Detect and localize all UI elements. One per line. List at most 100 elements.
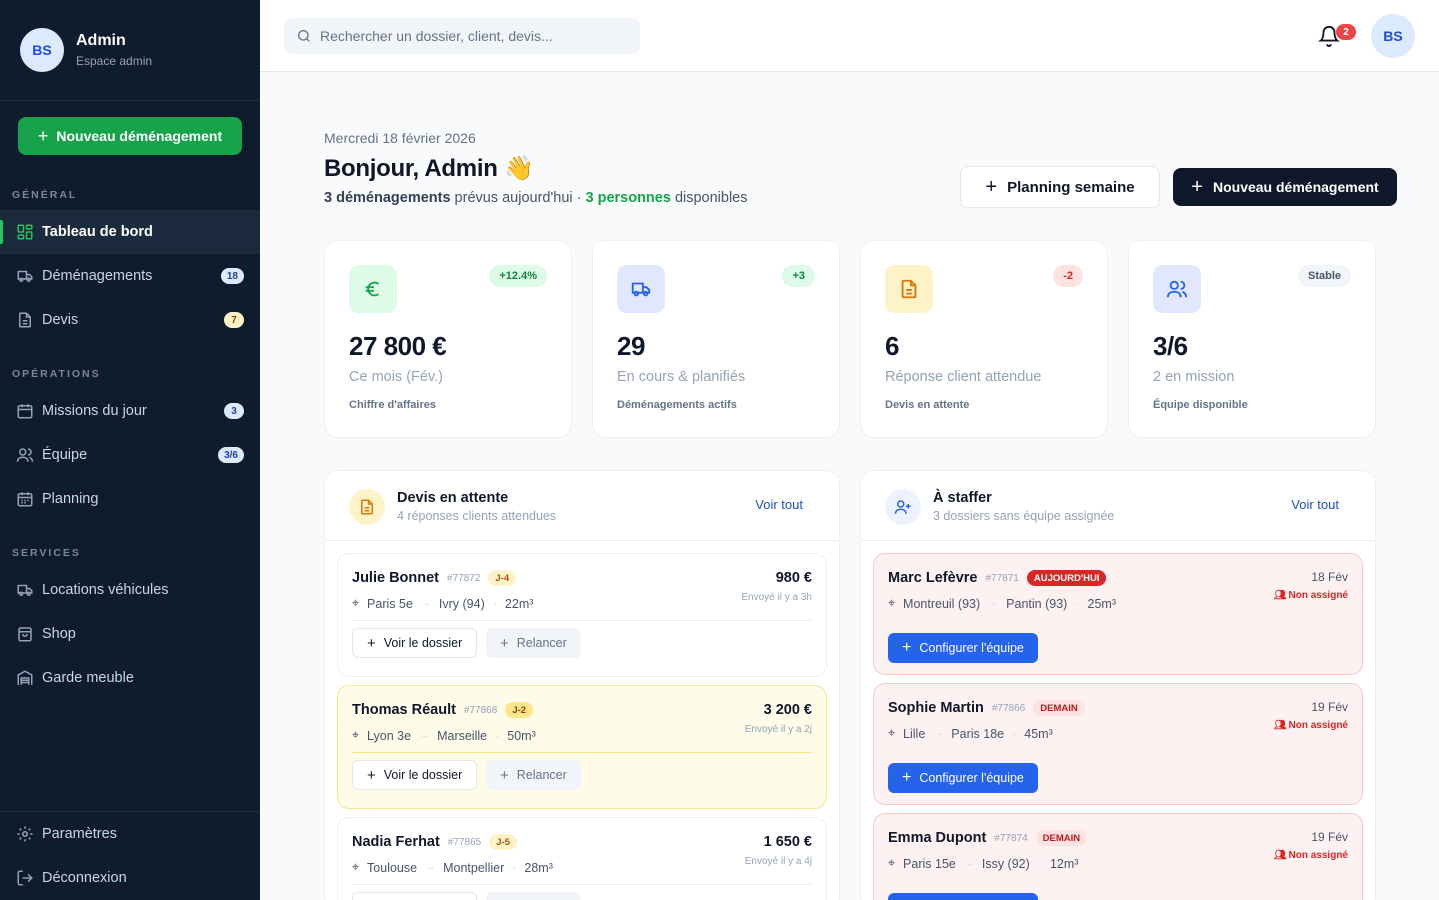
pin-icon: ⌖	[888, 856, 896, 870]
pin-icon: ⌖	[888, 596, 896, 610]
sidebar-item-planning[interactable]: Planning	[0, 477, 260, 521]
stat-value: 6	[885, 331, 899, 361]
stat-label: Devis en attente	[885, 399, 970, 411]
current-date: Mercredi 18 février 2026	[324, 130, 476, 146]
route-from: Lille	[903, 726, 926, 741]
sidebar-item-label: Devis	[42, 312, 79, 328]
pending-quotes-panel: Devis en attente 4 réponses clients atte…	[324, 470, 840, 900]
client-name: Nadia Ferhat	[352, 834, 440, 850]
truck-icon	[17, 270, 33, 282]
stat-label: Équipe disponible	[1153, 399, 1248, 411]
remind-button[interactable]: +Relancer	[486, 892, 581, 900]
users-icon: 👥︎	[1273, 590, 1287, 601]
weekly-planning-button[interactable]: + Planning semaine	[960, 166, 1160, 208]
search-input[interactable]	[320, 28, 620, 44]
sidebar-item-label: Déménagements	[42, 268, 153, 284]
wave-emoji: 👋	[503, 155, 534, 182]
sidebar-item-label: Locations véhicules	[42, 582, 169, 598]
section-operations: OPÉRATIONS	[12, 368, 101, 380]
move-route: ⌖ Paris 15e → Issy (92) · 12m³	[888, 856, 1079, 871]
panel-title: À staffer	[933, 490, 992, 506]
staffing-card[interactable]: Sophie Martin #77866 DEMAIN ⌖ Lille → Pa…	[873, 683, 1363, 805]
volume: 45m³	[1024, 726, 1053, 741]
calendar-grid-icon	[17, 492, 33, 507]
view-file-button[interactable]: +Voir le dossier	[352, 892, 478, 900]
configure-team-button[interactable]: +Configurer l'équipe	[888, 893, 1038, 900]
new-move-header-button[interactable]: + Nouveau déménagement	[1173, 168, 1397, 206]
quote-card[interactable]: Nadia Ferhat #77865 J-5 ⌖ Toulouse → Mon…	[337, 817, 827, 900]
sent-time: Envoyé il y a 4j	[744, 856, 812, 867]
topbar: 2 BS	[260, 0, 1439, 72]
sidebar-item-dashboard[interactable]: Tableau de bord	[0, 210, 260, 254]
panel-subtitle: 3 dossiers sans équipe assignée	[933, 509, 1115, 523]
client-name: Julie Bonnet	[352, 570, 440, 586]
shopping-bag-icon	[18, 627, 32, 642]
user-avatar[interactable]: BS	[1371, 14, 1415, 58]
plus-icon: +	[500, 766, 509, 784]
quote-card[interactable]: Julie Bonnet #77872 J-4 ⌖ Paris 5e → Ivr…	[337, 553, 827, 677]
plus-icon: +	[500, 634, 509, 652]
pin-icon: ⌖	[352, 860, 360, 874]
sidebar-item-storage[interactable]: Garde meuble	[0, 656, 260, 700]
stat-description: Réponse client attendue	[885, 369, 1042, 385]
summary-text: prévus aujourd'hui ·	[450, 190, 586, 206]
pin-icon: ⌖	[352, 596, 360, 610]
truck-icon	[617, 265, 665, 313]
summary-moves: 3 déménagements	[324, 190, 451, 206]
sidebar-item-quotes[interactable]: Devis 7	[0, 298, 260, 342]
see-all-link[interactable]: Voir tout	[755, 497, 803, 512]
file-ref: #77868	[463, 704, 498, 716]
gear-icon	[17, 826, 33, 842]
sidebar-item-shop[interactable]: Shop	[0, 612, 260, 656]
avatar[interactable]: BS	[20, 28, 64, 72]
greeting-text: Bonjour, Admin	[324, 155, 498, 182]
urgency-badge: DEMAIN	[1033, 700, 1085, 716]
trend-badge: +12.4%	[489, 265, 547, 287]
users-icon: 👥︎	[1273, 720, 1287, 731]
sidebar-item-team[interactable]: Équipe 3/6	[0, 433, 260, 477]
section-general: GÉNÉRAL	[12, 189, 78, 201]
configure-team-button[interactable]: +Configurer l'équipe	[888, 633, 1038, 663]
search-bar[interactable]	[284, 18, 640, 54]
quote-card[interactable]: Thomas Réault #77868 J-2 ⌖ Lyon 3e → Mar…	[337, 685, 827, 809]
plus-icon: +	[37, 126, 49, 146]
sidebar-item-logout[interactable]: Déconnexion	[0, 856, 260, 900]
remind-button[interactable]: +Relancer	[486, 760, 581, 790]
deadline-badge: J-5	[489, 834, 517, 850]
staffing-card[interactable]: Emma Dupont #77874 DEMAIN ⌖ Paris 15e → …	[873, 813, 1363, 900]
plus-icon: +	[367, 766, 376, 784]
stat-value: 27 800 €	[349, 331, 447, 361]
weekly-planning-label: Planning semaine	[1007, 178, 1135, 196]
new-move-button[interactable]: + Nouveau déménagement	[18, 117, 242, 155]
arrow-right-icon: →	[933, 728, 944, 739]
view-file-button[interactable]: +Voir le dossier	[352, 760, 478, 790]
users-icon: 👥︎	[1273, 850, 1287, 861]
route-to: Montpellier	[443, 860, 505, 875]
plus-icon: +	[902, 639, 912, 656]
remind-button[interactable]: +Relancer	[486, 628, 581, 658]
view-file-button[interactable]: +Voir le dossier	[352, 628, 478, 658]
see-all-link[interactable]: Voir tout	[1291, 497, 1339, 512]
volume: 50m³	[507, 728, 536, 743]
configure-team-button[interactable]: +Configurer l'équipe	[888, 763, 1038, 793]
volume: 22m³	[504, 596, 534, 611]
sidebar-item-missions[interactable]: Missions du jour 3	[0, 389, 260, 433]
sidebar-item-label: Planning	[42, 491, 99, 507]
panel-title: Devis en attente	[397, 490, 509, 506]
page-title: Bonjour, Admin 👋	[324, 154, 534, 183]
section-services: SERVICES	[12, 547, 81, 559]
unassigned-status: 👥︎ Non assigné	[1273, 590, 1348, 601]
client-name: Thomas Réault	[352, 702, 456, 718]
quote-amount: 3 200 €	[763, 702, 812, 718]
route-from: Paris 15e	[903, 856, 956, 871]
move-route: ⌖ Montreuil (93) → Pantin (93) · 25m³	[888, 596, 1116, 611]
client-name: Marc Lefèvre	[888, 570, 978, 586]
staffing-card[interactable]: Marc Lefèvre #77871 AUJOURD'HUI ⌖ Montre…	[873, 553, 1363, 675]
sidebar-item-vehicle-rental[interactable]: Locations véhicules	[0, 568, 260, 612]
count-badge: 18	[220, 268, 244, 284]
sidebar-item-settings[interactable]: Paramètres	[0, 812, 260, 856]
user-plus-icon	[885, 489, 921, 525]
document-icon	[19, 312, 31, 328]
sidebar-item-moves[interactable]: Déménagements 18	[0, 254, 260, 298]
arrow-right-icon: →	[419, 730, 430, 741]
